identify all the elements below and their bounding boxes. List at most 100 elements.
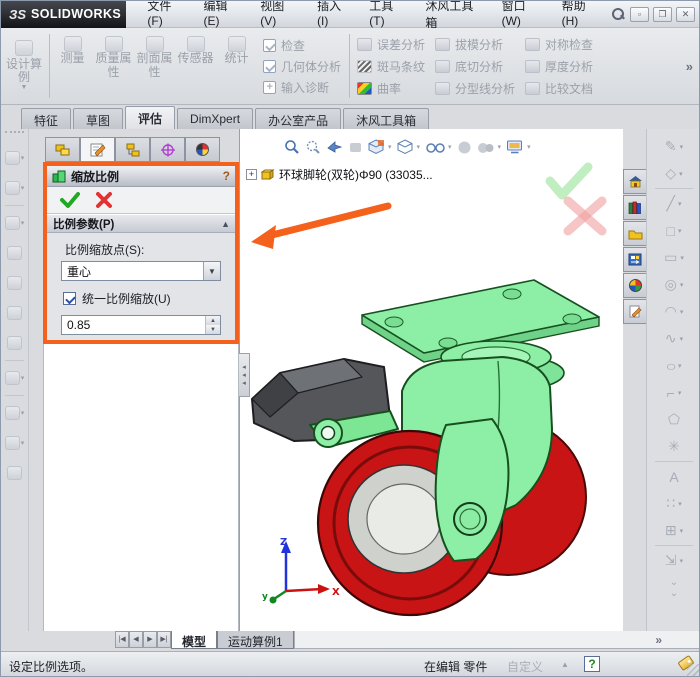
- mass-properties-button[interactable]: 质量属性: [93, 28, 134, 104]
- tab-features[interactable]: 特征: [21, 108, 71, 129]
- mirror-button[interactable]: ⊞▾: [647, 517, 700, 544]
- fillet-button[interactable]: ⌐▾: [647, 379, 700, 406]
- left-tool-button[interactable]: ▾: [1, 398, 28, 428]
- compare-documents-button[interactable]: 比较文档: [525, 79, 593, 98]
- parting-line-analysis-button[interactable]: 分型线分析: [435, 79, 515, 98]
- statistics-button[interactable]: 统计: [216, 28, 257, 104]
- ok-button[interactable]: [59, 191, 81, 209]
- tab-display-manager[interactable]: [185, 137, 220, 162]
- line-button[interactable]: ╱▾: [647, 190, 700, 217]
- scale-parameters-group[interactable]: 比例参数(P) ▲: [47, 214, 235, 233]
- confirm-cancel-icon[interactable]: [568, 201, 602, 231]
- left-tool-button[interactable]: [1, 458, 28, 488]
- tab-feature-tree[interactable]: [45, 137, 80, 162]
- tab-dimxpert[interactable]: DimXpert: [177, 108, 253, 129]
- circle-button[interactable]: ◎▾: [647, 271, 700, 298]
- help-button[interactable]: ?: [223, 169, 230, 183]
- pattern-button[interactable]: ∷▾: [647, 490, 700, 517]
- thickness-analysis-button[interactable]: 厚度分析: [525, 57, 593, 76]
- spline-button[interactable]: ∿▾: [647, 325, 700, 352]
- spin-up-icon[interactable]: ▲: [206, 316, 220, 325]
- scale-factor-input[interactable]: 0.85 ▲ ▼: [61, 315, 221, 335]
- tab-appearances[interactable]: [623, 273, 646, 298]
- sketch-button[interactable]: ✎▾: [647, 133, 700, 160]
- symmetry-check-button[interactable]: 对称检查: [525, 35, 593, 54]
- left-tool-button[interactable]: ▾: [1, 428, 28, 458]
- status-up-arrow-icon[interactable]: ▲: [561, 660, 569, 669]
- tab-next-button[interactable]: ▶: [143, 631, 157, 648]
- tab-file-explorer[interactable]: [623, 221, 646, 246]
- ribbon-evaluate: 设计算例 ▼ 测量 质量属性 剖面属性 传感器 统计 检查: [1, 28, 700, 105]
- left-tool-button[interactable]: [1, 268, 28, 298]
- tab-office-products[interactable]: 办公室产品: [255, 108, 341, 129]
- dropdown-arrow-icon[interactable]: ▼: [203, 262, 220, 280]
- restore-button[interactable]: ❐: [653, 7, 672, 22]
- spin-down-icon[interactable]: ▼: [206, 325, 220, 334]
- checkbox-icon: [263, 39, 276, 52]
- tab-last-button[interactable]: ▶|: [157, 631, 171, 648]
- left-tool-button[interactable]: ▾: [1, 143, 28, 173]
- geometry-analysis-button[interactable]: 几何体分析: [263, 58, 341, 75]
- left-tool-button[interactable]: ▾: [1, 363, 28, 393]
- draft-analysis-button[interactable]: 拔模分析: [435, 35, 515, 54]
- left-tool-button[interactable]: [1, 328, 28, 358]
- undercut-analysis-button[interactable]: 底切分析: [435, 57, 515, 76]
- tab-model[interactable]: 模型: [171, 631, 217, 649]
- tab-sketch[interactable]: 草图: [73, 108, 123, 129]
- document-tab-bar: |◀ ◀ ▶ ▶| 模型 运动算例1 »: [1, 631, 700, 651]
- curvature-button[interactable]: 曲率: [357, 79, 425, 98]
- quick-tips-button[interactable]: ?: [584, 656, 600, 672]
- ellipse-button[interactable]: ○▾: [647, 352, 700, 379]
- tab-solidworks-resources[interactable]: [623, 169, 646, 194]
- uniform-scaling-checkbox[interactable]: 统一比例缩放(U): [63, 290, 225, 307]
- tab-property-manager[interactable]: [80, 137, 115, 162]
- toolbar-expand-button[interactable]: ⌄⌄: [647, 574, 700, 601]
- rectangle-button[interactable]: □▾: [647, 217, 700, 244]
- smart-dimension-button[interactable]: ◇▾: [647, 160, 700, 187]
- search-icon[interactable]: [610, 6, 626, 22]
- ellipse-icon: ○: [665, 358, 676, 374]
- sketch-icon: ✎: [665, 138, 677, 155]
- tab-design-library[interactable]: [623, 195, 646, 220]
- sensor-button[interactable]: 传感器: [175, 28, 216, 104]
- move-entities-button[interactable]: ⇲▾: [647, 547, 700, 574]
- slot-button[interactable]: ▭▾: [647, 244, 700, 271]
- deviation-analysis-button[interactable]: 误差分析: [357, 35, 425, 54]
- close-button[interactable]: ✕: [676, 7, 695, 22]
- zebra-stripes-button[interactable]: 斑马条纹: [357, 57, 425, 76]
- import-diagnostics-button[interactable]: 输入诊断: [263, 79, 341, 96]
- panel-splitter-handle[interactable]: ◂◂◂: [239, 353, 250, 397]
- tab-evaluate[interactable]: 评估: [125, 106, 175, 129]
- tab-view-palette[interactable]: [623, 247, 646, 272]
- arc-button[interactable]: ◠▾: [647, 298, 700, 325]
- scale-point-dropdown[interactable]: 重心 ▼: [61, 261, 221, 281]
- minimize-button[interactable]: ▫: [630, 7, 649, 22]
- left-tool-button[interactable]: [1, 238, 28, 268]
- ribbon-overflow-button[interactable]: »: [686, 59, 700, 74]
- left-tool-button[interactable]: ▾: [1, 208, 28, 238]
- polygon-button[interactable]: ⬠: [647, 406, 700, 433]
- left-tool-button[interactable]: ▾: [1, 173, 28, 203]
- symmetry-check-icon: [525, 38, 540, 51]
- cancel-button[interactable]: [95, 191, 113, 209]
- tab-custom-properties[interactable]: [623, 299, 646, 324]
- measure-button[interactable]: 测量: [52, 28, 93, 104]
- design-study-button[interactable]: 设计算例 ▼: [1, 28, 47, 104]
- left-tool-button[interactable]: [1, 298, 28, 328]
- section-properties-button[interactable]: 剖面属性: [134, 28, 175, 104]
- toolbar-grip[interactable]: [5, 131, 24, 139]
- graphics-viewport[interactable]: ▾ ▾ ▾ ▾ ▾ + 环球脚轮(双轮)Φ90 (33035...: [239, 129, 623, 631]
- tab-dimxpert-manager[interactable]: [150, 137, 185, 162]
- text-button[interactable]: A: [647, 463, 700, 490]
- check-entity-button[interactable]: 检查: [263, 37, 341, 54]
- tab-mufeng-toolbox[interactable]: 沐风工具箱: [343, 108, 429, 129]
- ds-logo-icon: ЗS: [9, 7, 26, 22]
- tab-configuration-manager[interactable]: [115, 137, 150, 162]
- confirm-ok-icon[interactable]: [550, 167, 588, 195]
- point-button[interactable]: ✳: [647, 433, 700, 460]
- tab-overflow-button[interactable]: »: [655, 633, 700, 647]
- tab-prev-button[interactable]: ◀: [129, 631, 143, 648]
- tab-motion-study[interactable]: 运动算例1: [217, 631, 294, 649]
- tab-first-button[interactable]: |◀: [115, 631, 129, 648]
- resize-grip[interactable]: [687, 664, 699, 676]
